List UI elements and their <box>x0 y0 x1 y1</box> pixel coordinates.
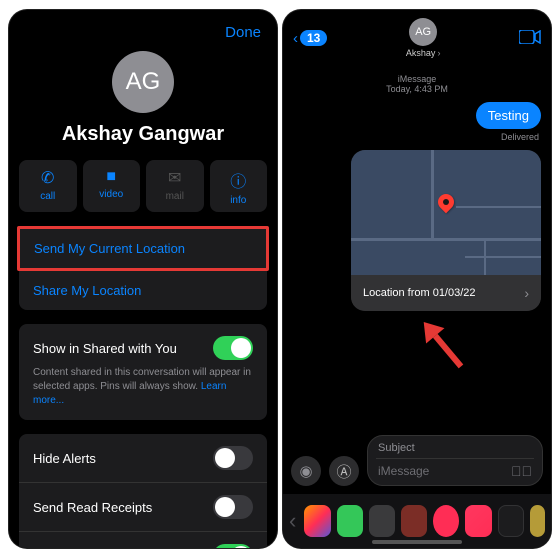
message-thread[interactable]: iMessageToday, 4:43 PM Testing Delivered… <box>283 62 551 94</box>
video-button[interactable]: ■ video <box>83 160 141 212</box>
app-icon[interactable] <box>530 505 545 537</box>
app-icon[interactable] <box>433 505 459 537</box>
send-current-location-cell[interactable]: Send My Current Location <box>20 229 266 268</box>
annotation-arrow <box>401 303 486 388</box>
app-icon[interactable] <box>465 505 491 537</box>
show-shared-cell[interactable]: Show in Shared with You Content shared i… <box>19 324 267 420</box>
message-thread-screen: ‹ 13 AG Akshay› iMessageToday, 4:43 PM T… <box>283 10 551 548</box>
appstore-icon: Ⓐ <box>336 461 351 482</box>
facetime-button[interactable] <box>519 28 541 49</box>
mail-button[interactable]: ✉︎ mail <box>146 160 204 212</box>
thread-timestamp: iMessageToday, 4:43 PM <box>293 74 541 94</box>
focus-toggle[interactable] <box>213 544 253 548</box>
thread-nav: ‹ 13 AG Akshay› <box>283 10 551 62</box>
app-icon[interactable] <box>337 505 363 537</box>
thread-name: Akshay <box>406 48 436 58</box>
message-input[interactable]: Subject iMessage ◉⃝ <box>367 435 543 486</box>
thread-title-button[interactable]: AG Akshay› <box>406 18 441 58</box>
call-button[interactable]: ✆ call <box>19 160 77 212</box>
camera-button[interactable]: ◉ <box>291 456 321 486</box>
hide-alerts-label: Hide Alerts <box>33 451 96 466</box>
delivered-status: Delivered <box>501 132 539 142</box>
home-indicator[interactable] <box>372 540 462 544</box>
contact-avatar: AG <box>112 51 174 113</box>
location-card[interactable]: Location from 01/03/22 › <box>351 150 541 311</box>
show-shared-label: Show in Shared with You <box>33 341 177 356</box>
camera-icon: ◉ <box>299 462 312 480</box>
phone-icon: ✆ <box>41 168 54 188</box>
app-icon[interactable] <box>401 505 427 537</box>
dictate-button[interactable]: ◉⃝ <box>511 463 532 479</box>
read-receipts-cell[interactable]: Send Read Receipts <box>19 482 267 531</box>
annotation-highlight: Send My Current Location <box>17 226 269 271</box>
hide-alerts-toggle[interactable] <box>213 446 253 470</box>
share-my-location-cell[interactable]: Share My Location <box>19 271 267 310</box>
subject-field[interactable]: Subject <box>376 440 534 459</box>
read-receipts-toggle[interactable] <box>213 495 253 519</box>
action-row: ✆ call ■ video ✉︎ mail ⓘ info <box>9 160 277 212</box>
show-shared-fine: Content shared in this conversation will… <box>33 360 253 408</box>
drawer-prev-icon[interactable]: ‹ <box>289 508 296 534</box>
app-icon[interactable] <box>304 505 330 537</box>
show-shared-toggle[interactable] <box>213 336 253 360</box>
chevron-right-icon: › <box>437 48 440 58</box>
apps-button[interactable]: Ⓐ <box>329 456 359 486</box>
composer: ◉ Ⓐ Subject iMessage ◉⃝ <box>283 429 551 492</box>
message-bubble[interactable]: Testing <box>476 102 541 129</box>
app-icon[interactable] <box>369 505 395 537</box>
location-label: Location from 01/03/22 <box>363 287 476 299</box>
read-receipts-label: Send Read Receipts <box>33 500 152 515</box>
chevron-left-icon: ‹ <box>293 30 298 47</box>
focus-cell[interactable]: Share Focus Status <box>19 531 267 548</box>
contact-name: Akshay Gangwar <box>9 123 277 146</box>
app-icon[interactable] <box>498 505 525 537</box>
done-button[interactable]: Done <box>225 24 261 41</box>
imessage-placeholder: iMessage <box>378 464 429 478</box>
map-pin-icon <box>438 194 454 210</box>
chevron-right-icon: › <box>524 285 529 301</box>
back-button[interactable]: ‹ 13 <box>293 30 327 47</box>
mail-icon: ✉︎ <box>168 168 181 188</box>
info-icon: ⓘ <box>230 168 246 192</box>
video-icon: ■ <box>106 168 116 186</box>
contact-detail-screen: Done AG Akshay Gangwar ✆ call ■ video ✉︎… <box>9 10 277 548</box>
back-badge: 13 <box>300 30 327 46</box>
info-button[interactable]: ⓘ info <box>210 160 268 212</box>
hide-alerts-cell[interactable]: Hide Alerts <box>19 434 267 482</box>
location-map <box>351 150 541 275</box>
thread-avatar: AG <box>409 18 437 46</box>
